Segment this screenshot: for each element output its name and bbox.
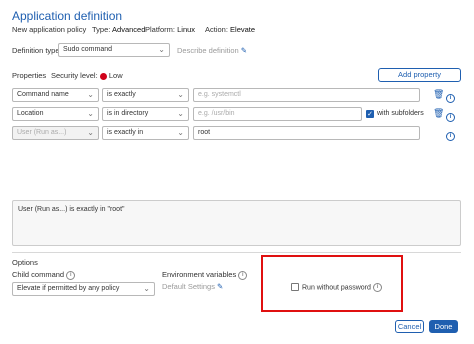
chevron-down-icon: ⌄ [87,128,94,137]
property-value-input[interactable]: root [193,126,420,140]
property-field-select[interactable]: Command name ⌄ [12,88,99,102]
run-without-password-label: Run without password i [302,283,382,292]
security-level: Security level: Low [51,71,123,80]
run-without-password-checkbox[interactable] [291,283,299,291]
property-value-input[interactable]: e.g. /usr/bin [193,107,362,121]
environment-settings-link[interactable]: Default Settings ✎ [162,282,223,291]
child-command-select[interactable]: Elevate if permitted by any policy ⌄ [12,282,155,296]
add-property-button[interactable]: Add property [378,68,461,82]
divider [12,252,461,253]
property-operator-select[interactable]: is in directory ⌄ [102,107,189,121]
cancel-button[interactable]: Cancel [395,320,424,333]
chevron-down-icon: ⌄ [87,90,94,99]
property-field-select[interactable]: Location ⌄ [12,107,99,121]
info-icon[interactable]: i [446,90,455,108]
dialog-title: Application definition [12,9,123,23]
property-operator-select[interactable]: is exactly ⌄ [102,88,189,102]
chevron-down-icon: ⌄ [87,109,94,118]
pencil-icon: ✎ [217,282,224,291]
with-subfolders-label: with subfolders [377,110,424,117]
child-command-label: Child command i [12,270,76,280]
trash-icon[interactable]: 🗑 [433,108,444,119]
security-dot-icon [99,72,107,80]
policy-action: Action: Elevate [205,25,256,34]
info-icon[interactable]: i [66,270,76,280]
condition-summary-text: User (Run as...) is exactly in "root" [18,206,125,213]
describe-definition-link[interactable]: Describe definition ✎ [177,46,247,55]
chevron-down-icon: ⌄ [177,128,184,137]
chevron-down-icon: ⌄ [143,284,150,293]
chevron-down-icon: ⌄ [158,45,165,54]
properties-label: Properties [12,71,47,80]
info-icon[interactable]: i [446,128,455,146]
info-icon[interactable]: i [238,270,248,280]
done-button[interactable]: Done [429,320,458,333]
chevron-down-icon: ⌄ [177,109,184,118]
condition-summary-box: User (Run as...) is exactly in "root" [12,200,461,246]
environment-variables-label: Environment variables i [162,270,248,280]
definition-type-label: Definition type: [12,46,62,55]
policy-name: New application policy [12,25,87,34]
pencil-icon: ✎ [240,46,248,55]
info-icon[interactable]: i [372,283,382,292]
trash-icon[interactable]: 🗑 [433,89,444,100]
policy-platform: Platform: Linux [145,25,196,34]
definition-type-select[interactable]: Sudo command ⌄ [58,43,170,57]
chevron-down-icon: ⌄ [177,90,184,99]
options-label: Options [12,258,38,267]
property-operator-select[interactable]: is exactly in ⌄ [102,126,189,140]
with-subfolders-checkbox[interactable]: ✓ [366,110,374,118]
info-icon[interactable]: i [446,109,455,127]
property-field-select: User (Run as...) ⌄ [12,126,99,140]
policy-type: Type: Advanced [92,25,146,34]
property-value-input[interactable]: e.g. systemctl [193,88,420,102]
